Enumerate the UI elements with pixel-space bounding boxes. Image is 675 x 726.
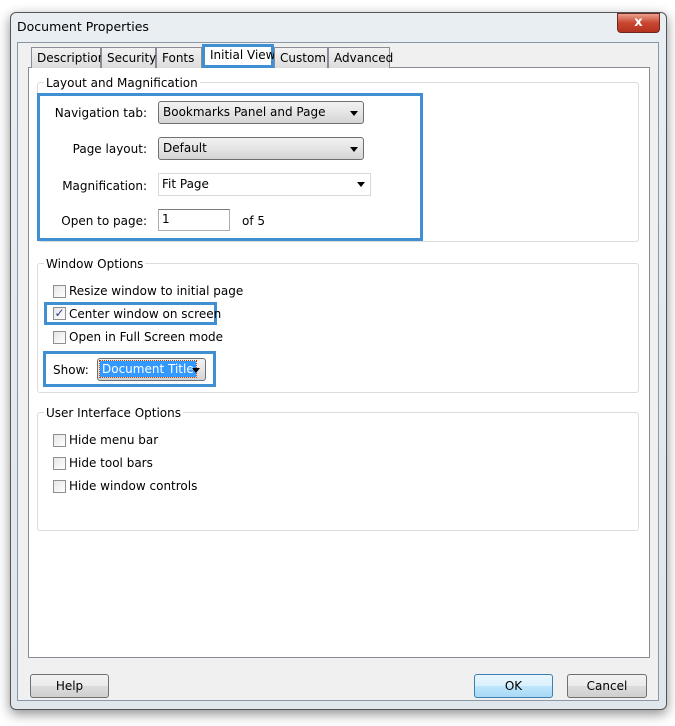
center-label: Center window on screen bbox=[69, 307, 222, 321]
layout-group-title: Layout and Magnification bbox=[44, 76, 200, 90]
tab-description[interactable]: Description bbox=[31, 47, 105, 68]
page-layout-select[interactable]: Default bbox=[158, 137, 364, 160]
window-title: Document Properties bbox=[17, 19, 149, 34]
help-button[interactable]: Help bbox=[30, 674, 109, 698]
hide-menu-checkbox[interactable] bbox=[53, 434, 66, 447]
window-options-title: Window Options bbox=[44, 257, 146, 271]
ok-button[interactable]: OK bbox=[474, 674, 553, 698]
ui-options-title: User Interface Options bbox=[44, 406, 184, 420]
page-layout-value: Default bbox=[163, 141, 207, 155]
magnification-label: Magnification: bbox=[62, 179, 147, 193]
cancel-button[interactable]: Cancel bbox=[567, 674, 647, 698]
open-to-page-label: Open to page: bbox=[61, 214, 147, 228]
close-button[interactable]: x bbox=[617, 13, 660, 33]
ui-options-group bbox=[37, 412, 639, 531]
hide-menu-label: Hide menu bar bbox=[69, 433, 159, 447]
hide-controls-checkbox[interactable] bbox=[53, 480, 66, 493]
navigation-tab-label: Navigation tab: bbox=[54, 106, 147, 120]
resize-checkbox[interactable] bbox=[53, 285, 66, 298]
tab-fonts[interactable]: Fonts bbox=[156, 47, 202, 68]
chevron-down-icon bbox=[192, 368, 200, 373]
hide-toolbars-checkbox[interactable] bbox=[53, 457, 66, 470]
hide-toolbars-label: Hide tool bars bbox=[69, 456, 153, 470]
tab-initial-view[interactable]: Initial View bbox=[202, 44, 276, 68]
magnification-select[interactable]: Fit Page bbox=[158, 173, 371, 196]
show-label: Show: bbox=[53, 363, 89, 377]
tab-advanced[interactable]: Advanced bbox=[328, 47, 393, 68]
fullscreen-label: Open in Full Screen mode bbox=[69, 330, 224, 344]
tab-custom[interactable]: Custom bbox=[274, 47, 328, 68]
chevron-down-icon bbox=[350, 111, 358, 116]
fullscreen-checkbox[interactable] bbox=[53, 331, 66, 344]
chevron-down-icon bbox=[357, 182, 365, 187]
navigation-tab-select[interactable]: Bookmarks Panel and Page bbox=[158, 101, 364, 124]
page-layout-label: Page layout: bbox=[72, 142, 147, 156]
chevron-down-icon bbox=[350, 147, 358, 152]
hide-controls-label: Hide window controls bbox=[69, 479, 198, 493]
tab-security[interactable]: Security bbox=[101, 47, 156, 68]
show-value: Document Title bbox=[99, 360, 197, 378]
navigation-tab-value: Bookmarks Panel and Page bbox=[163, 105, 326, 119]
show-select[interactable]: Document Title bbox=[97, 358, 206, 381]
center-checkbox[interactable]: ✓ bbox=[53, 307, 66, 320]
magnification-value: Fit Page bbox=[162, 177, 209, 191]
resize-label: Resize window to initial page bbox=[69, 284, 244, 298]
page-count: of 5 bbox=[242, 214, 266, 228]
open-to-page-input[interactable]: 1 bbox=[158, 209, 230, 231]
